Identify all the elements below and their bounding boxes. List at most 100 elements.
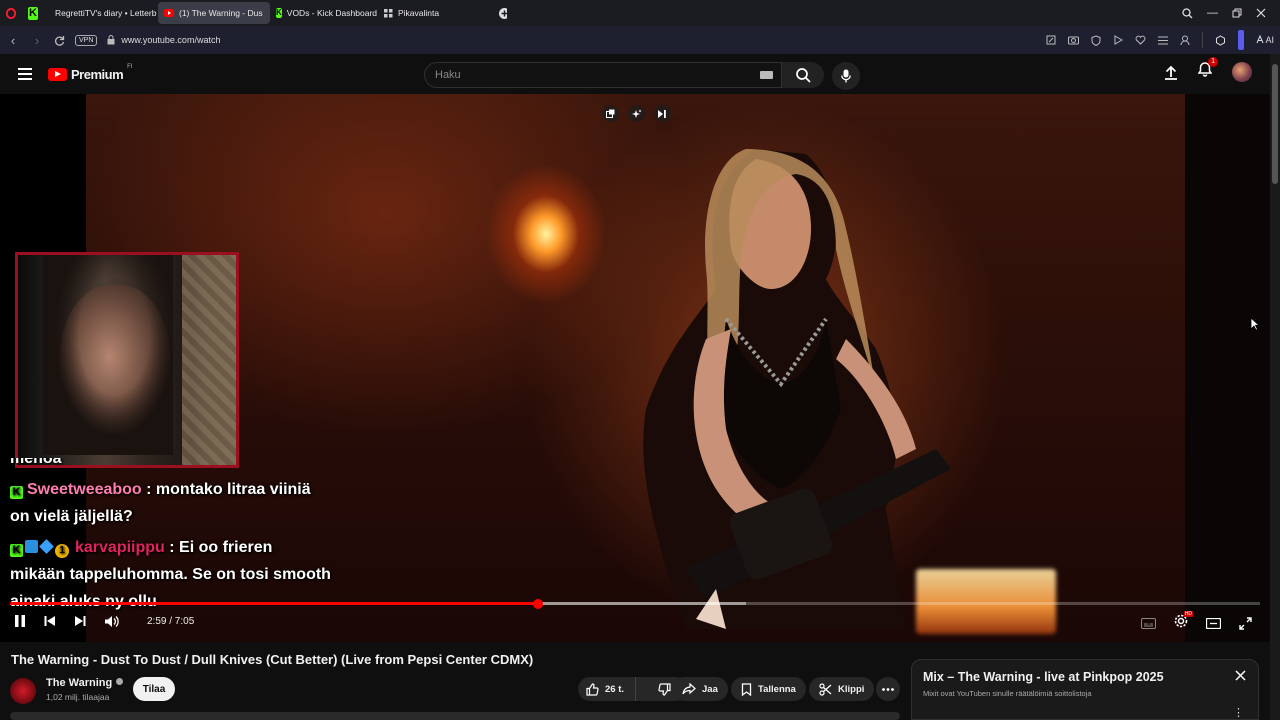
settings-button[interactable]: HD xyxy=(1174,611,1193,633)
miniplayer-button[interactable] xyxy=(602,105,619,122)
kick-icon: K xyxy=(276,8,282,18)
play-icon[interactable] xyxy=(1113,35,1124,45)
tab-kick-dashboard[interactable]: K VODs - Kick Dashboard xyxy=(270,2,378,24)
tab-letterboxd[interactable]: RegrettiTV's diary • Letterb xyxy=(44,2,158,24)
chat-partial-line: menoa xyxy=(0,458,340,472)
search-box[interactable] xyxy=(424,62,782,88)
browser-tab-bar: K RegrettiTV's diary • Letterb (1) The W… xyxy=(0,0,1280,26)
skip-icon xyxy=(658,109,666,118)
chat-text: : montako litraa viiniä xyxy=(141,481,311,498)
like-count: 26 t. xyxy=(605,683,625,695)
youtube-premium-logo[interactable]: Premium FI xyxy=(48,64,132,82)
search-icon[interactable] xyxy=(1182,7,1193,19)
heart-icon[interactable] xyxy=(1135,35,1146,45)
scrollbar-thumb[interactable] xyxy=(1272,64,1278,184)
menu-icon[interactable] xyxy=(18,68,32,80)
new-tab-button[interactable] xyxy=(493,2,513,24)
search-button[interactable] xyxy=(782,62,824,88)
kick-badge-icon: K xyxy=(10,544,23,557)
save-button[interactable]: Tallenna xyxy=(731,677,806,701)
video-overlay-actions xyxy=(602,105,671,122)
fullscreen-icon[interactable] xyxy=(1239,617,1252,630)
divider xyxy=(1202,32,1204,48)
upload-icon[interactable] xyxy=(1164,65,1178,80)
vpn-badge[interactable]: VPN xyxy=(75,34,98,46)
microphone-icon xyxy=(841,69,851,83)
lock-icon[interactable] xyxy=(107,35,115,45)
skip-button[interactable] xyxy=(654,105,671,122)
subscribe-button[interactable]: Tilaa xyxy=(133,677,175,701)
mix-playlist-panel: Mix – The Warning - live at Pinkpop 2025… xyxy=(911,659,1259,720)
next-icon[interactable] xyxy=(74,615,86,627)
video-title: The Warning - Dust To Dust / Dull Knives… xyxy=(11,652,534,667)
voice-search-button[interactable] xyxy=(832,62,860,90)
profile-icon[interactable] xyxy=(1180,35,1190,46)
address-bar: ‹ › VPN www.youtube.com/watch AI xyxy=(0,26,1280,54)
kick-icon: K xyxy=(28,6,38,20)
logo-text: Premium xyxy=(71,66,124,82)
progress-bar[interactable] xyxy=(10,598,1260,609)
horizontal-scrollbar[interactable] xyxy=(10,712,900,720)
more-actions-button[interactable] xyxy=(876,677,900,701)
miniplayer-icon xyxy=(606,109,615,118)
close-icon[interactable] xyxy=(1235,670,1246,681)
tab-youtube[interactable]: (1) The Warning - Dus xyxy=(158,2,270,24)
search-input[interactable] xyxy=(435,69,735,81)
minimize-button[interactable]: — xyxy=(1207,7,1218,19)
close-button[interactable] xyxy=(1256,8,1266,18)
video-player[interactable]: menoa K Sweetweeaboo : montako litraa vii… xyxy=(0,94,1270,642)
shield-icon[interactable] xyxy=(1091,34,1101,46)
mix-title[interactable]: Mix – The Warning - live at Pinkpop 2025 xyxy=(923,670,1164,684)
opera-icon xyxy=(6,7,16,19)
bookmark-icon xyxy=(741,682,752,696)
ai-label: AI xyxy=(1265,35,1274,45)
ai-enhance-button[interactable] xyxy=(628,105,645,122)
performer-image xyxy=(643,149,951,629)
tab-kick[interactable]: K xyxy=(22,2,44,24)
pause-icon[interactable] xyxy=(14,614,26,628)
extensions-icon[interactable] xyxy=(1215,34,1226,46)
list-icon[interactable] xyxy=(1158,36,1169,45)
clip-button[interactable]: Klippi xyxy=(809,677,875,701)
player-controls-right: HD xyxy=(1141,611,1252,633)
progress-scrubber[interactable] xyxy=(532,598,543,609)
mouse-cursor-icon xyxy=(1250,317,1259,331)
volume-icon[interactable] xyxy=(104,615,119,628)
url-field[interactable]: www.youtube.com/watch xyxy=(121,35,220,45)
share-label: Jaa xyxy=(702,683,718,695)
plus-icon xyxy=(499,7,507,19)
notifications-button[interactable]: 1 xyxy=(1197,57,1218,82)
chat-text: mikään tappeluhomma. Se on tosi smooth xyxy=(10,566,331,583)
opera-menu-button[interactable] xyxy=(0,2,22,24)
restore-button[interactable] xyxy=(1232,8,1242,18)
edit-icon[interactable] xyxy=(1046,35,1056,45)
channel-name-text: The Warning xyxy=(46,677,113,689)
avatar[interactable] xyxy=(1232,62,1252,82)
reload-icon[interactable] xyxy=(54,35,65,46)
video-side-panel xyxy=(1185,94,1270,642)
back-button[interactable]: ‹ xyxy=(6,33,20,48)
previous-icon[interactable] xyxy=(44,615,56,627)
theater-mode-icon[interactable] xyxy=(1206,618,1221,629)
channel-name[interactable]: The Warning xyxy=(46,677,124,689)
page-scrollbar[interactable] xyxy=(1270,54,1280,720)
scissors-icon xyxy=(819,682,832,696)
youtube-icon xyxy=(164,9,174,17)
youtube-logo-icon xyxy=(48,67,67,81)
tab-label: VODs - Kick Dashboard xyxy=(286,8,378,18)
webcam-overlay xyxy=(15,252,239,468)
keyboard-icon[interactable] xyxy=(760,71,773,79)
channel-avatar[interactable] xyxy=(10,678,36,704)
player-controls: 2:59 / 7:05 HD xyxy=(0,611,1270,636)
subtitles-icon[interactable] xyxy=(1141,618,1156,629)
hd-badge: HD xyxy=(1183,611,1193,617)
share-button[interactable]: Jaa xyxy=(672,677,728,701)
aria-ai-button[interactable]: AI xyxy=(1256,34,1274,45)
like-button[interactable]: 26 t. xyxy=(578,677,636,701)
forward-button[interactable]: › xyxy=(30,33,44,48)
thumbs-down-icon xyxy=(658,682,672,696)
camera-icon[interactable] xyxy=(1068,35,1080,45)
progress-played xyxy=(10,602,538,605)
more-vertical-icon[interactable]: ⋮ xyxy=(1233,706,1244,719)
tab-speed-dial[interactable]: Pikavalinta xyxy=(378,2,493,24)
